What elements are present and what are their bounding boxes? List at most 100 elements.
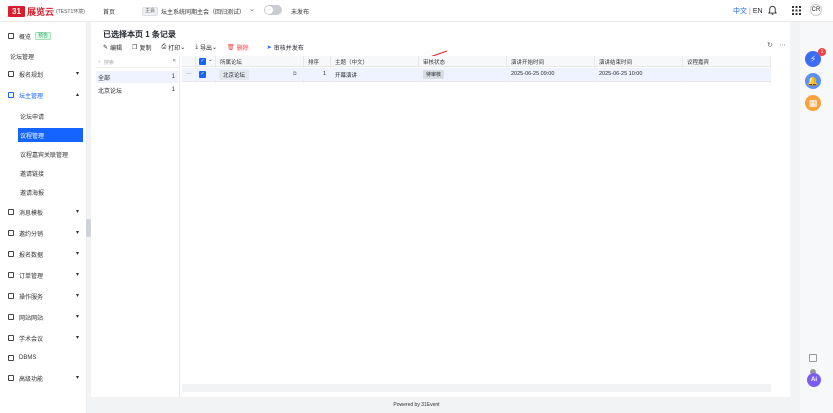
sidebar-item-label: 学术会议 [19, 336, 44, 343]
start-time-cell: 2025-06-25 09:00 [511, 71, 555, 77]
more-icon[interactable]: ⋯ [779, 41, 786, 49]
row-expand-icon[interactable]: — [186, 71, 192, 77]
apps-button[interactable]: ▦ [805, 95, 821, 111]
chevron-down-icon: ⌄ [211, 44, 218, 51]
sidebar-item-message-template[interactable]: 消息模板 ▾ [0, 205, 87, 219]
sidebar-item-label: 邀请海报 [20, 190, 45, 197]
horizontal-scrollbar[interactable] [182, 384, 771, 392]
sidebar-item-forum-manage[interactable]: 论坛管理 [0, 49, 87, 63]
toolbar: ✎ 编辑 ❐ 复制 ⎙ 打印 ⌄ ⤓ 导出 ⌄ 🗑 删除 ➤ 审核并发布 [103, 42, 314, 52]
avatar[interactable]: CR [810, 4, 822, 16]
sidebar-item-host-manage[interactable]: 坛主管理 ▴ [0, 88, 87, 102]
notice-button[interactable]: 🔔 [805, 73, 821, 89]
chevron-down-icon[interactable]: ⌄ [249, 5, 255, 13]
refresh-icon[interactable]: ↻ [767, 41, 773, 49]
logo-mark: 31 [8, 5, 25, 17]
sidebar-item-label: 订单管理 [19, 273, 44, 280]
publish-toggle[interactable] [264, 5, 282, 15]
sidebar-item-dbms[interactable]: DBMS [0, 351, 87, 365]
distribution-icon [8, 230, 14, 236]
forum-tree-panel: ⌕ 搜索 « 全部 1 北京论坛 1 [94, 56, 180, 397]
home-link[interactable]: 首页 [103, 7, 115, 16]
tree-search[interactable]: ⌕ 搜索 « [96, 57, 178, 68]
delete-button[interactable]: 🗑 删除 [227, 43, 249, 52]
publish-status: 未发布 [291, 10, 310, 16]
sidebar-item-invite-poster[interactable]: 邀请海报 [0, 185, 87, 199]
tree-item-beijing[interactable]: 北京论坛 1 [96, 84, 178, 96]
link-icon[interactable]: ⧉ [293, 71, 297, 77]
sidebar-item-invite-distribution[interactable]: 邀约分销 ▾ [0, 226, 87, 240]
sidebar-item-label: 邀请链接 [20, 171, 45, 178]
ai-button[interactable]: Ai [807, 373, 821, 387]
website-icon [8, 314, 14, 320]
sidebar-item-advanced[interactable]: 高级功能 ▾ [0, 371, 87, 385]
lang-en[interactable]: EN [753, 8, 763, 15]
sidebar-item-label: 论坛管理 [10, 54, 35, 61]
print-button[interactable]: ⎙ 打印 ⌄ [161, 43, 185, 52]
sidebar-item-order-manage[interactable]: 订单管理 ▾ [0, 268, 87, 282]
language-switch: 中文 | EN [733, 8, 763, 15]
tree-item-all[interactable]: 全部 1 [96, 71, 178, 83]
sidebar-item-label: 操作服务 [19, 294, 44, 301]
sidebar-item-label: 高级功能 [19, 376, 44, 383]
chevron-down-icon: ⌄ [180, 44, 186, 51]
main-event-tag: 主会 [142, 7, 159, 16]
edit-button[interactable]: ✎ 编辑 [103, 43, 122, 52]
sidebar-item-academic[interactable]: 学术会议 ▾ [0, 331, 87, 345]
lang-cn[interactable]: 中文 [733, 8, 747, 15]
overview-icon [8, 33, 14, 39]
col-order[interactable]: 排序 [308, 58, 319, 66]
col-status[interactable]: 审核状态 [423, 58, 445, 66]
footer: Powered by 31Event [393, 402, 440, 408]
table-row[interactable]: — ✓ 北京论坛 ⧉ 1 开幕演讲 待审核 2025-06-25 09:00 2… [182, 68, 771, 82]
sidebar-item-operation-service[interactable]: 操作服务 ▾ [0, 289, 87, 303]
download-icon: ⤓ [195, 43, 198, 50]
col-end-time[interactable]: 演讲结束时间 [599, 58, 632, 66]
col-start-time[interactable]: 演讲开始时间 [511, 58, 544, 66]
chevron-down-icon: ▾ [75, 251, 79, 257]
tree-item-label: 全部 [98, 75, 111, 82]
sidebar-item-agenda-manage[interactable]: 议程管理 [18, 128, 83, 142]
dbms-icon [8, 355, 14, 361]
col-forum[interactable]: 所属论坛 [220, 58, 242, 66]
sidebar-item-label: DBMS [19, 355, 37, 361]
chevron-down-icon: ▾ [75, 230, 79, 236]
academic-icon [8, 335, 14, 341]
export-label: 导出 [199, 45, 212, 52]
assistant-button[interactable]: ⚡ 1 [805, 48, 826, 67]
apps-grid-icon[interactable] [792, 6, 801, 15]
right-toolbar: ⚡ 1 🔔 ▦ Ai [800, 22, 833, 413]
sidebar-item-agenda-guest[interactable]: 议程嘉宾关联管理 [0, 147, 87, 161]
col-topic[interactable]: 主题（中文） [335, 58, 368, 66]
sidebar-item-overview[interactable]: 概览 预告 [0, 29, 87, 43]
printer-icon: ⎙ [161, 43, 167, 50]
sidebar-item-invite-link[interactable]: 邀请链接 [0, 166, 87, 180]
publish-button[interactable]: ➤ 审核并发布 [267, 43, 304, 52]
chevron-down-icon: ▾ [75, 71, 79, 77]
row-checkbox[interactable]: ✓ [199, 71, 206, 78]
bolt-icon: ⚡ [809, 54, 817, 64]
logo[interactable]: 31 展览云 (TEST1环境) [8, 5, 85, 17]
bell-icon[interactable] [767, 5, 778, 16]
forum-tag: 北京论坛 [219, 70, 250, 80]
search-input[interactable]: 搜索 [104, 59, 114, 66]
preview-badge: 预告 [35, 32, 52, 40]
collapse-icon[interactable]: « [173, 58, 176, 64]
chevron-down-icon: ▾ [75, 375, 79, 381]
sidebar-item-forum-apply[interactable]: 论坛申请 [0, 109, 87, 123]
agenda-table: ✓ ⌄ 所属论坛 排序 主题（中文） 审核状态 演讲开始时间 演讲结束时间 议程… [182, 56, 771, 397]
delete-label: 删除 [236, 45, 249, 52]
document-icon[interactable] [809, 354, 817, 362]
event-selector[interactable]: 坛主系统同期主会（回归测试） [161, 7, 245, 16]
copy-button[interactable]: ❐ 复制 [132, 43, 151, 52]
sidebar-item-registration-plan[interactable]: 报名规划 ▾ [0, 67, 87, 81]
col-guest[interactable]: 议程嘉宾 [687, 58, 709, 66]
sidebar-item-website[interactable]: 网站网站 ▾ [0, 310, 87, 324]
export-button[interactable]: ⤓ 导出 ⌄ [195, 43, 217, 52]
sidebar-item-label: 议程管理 [20, 133, 45, 140]
sidebar-item-registration-data[interactable]: 报名数据 ▾ [0, 247, 87, 261]
chevron-down-icon[interactable]: ⌄ [208, 57, 213, 63]
host-icon [8, 92, 14, 98]
chevron-down-icon: ▾ [75, 293, 79, 299]
select-all-checkbox[interactable]: ✓ [199, 58, 206, 65]
